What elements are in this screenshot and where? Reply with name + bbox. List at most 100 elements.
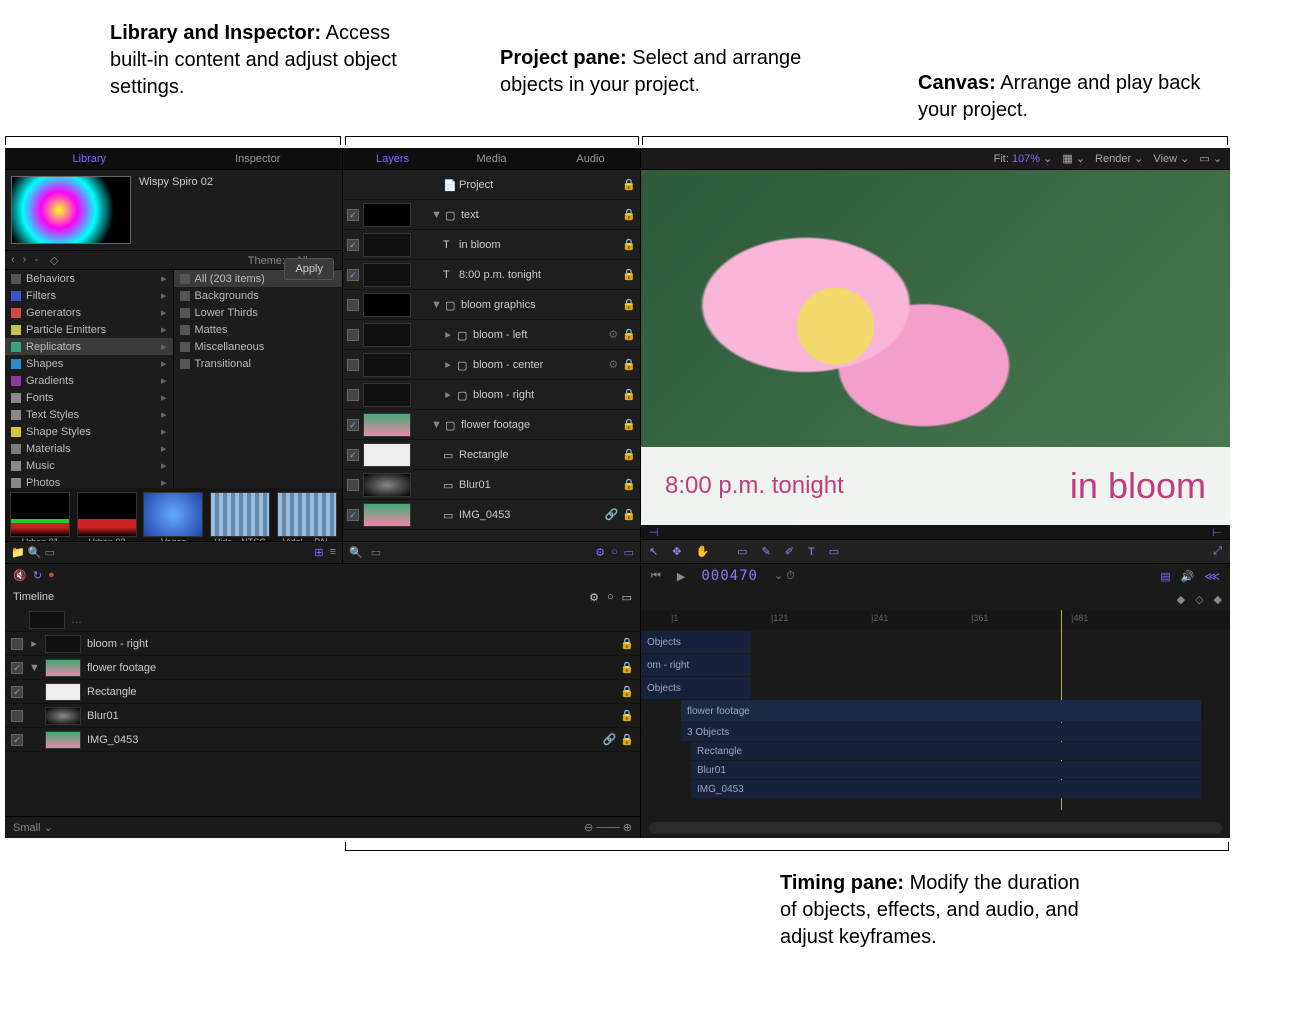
library-content-grid[interactable]: Urban 01Urban 02VegasVide…NTSCVidel… PAL… (5, 488, 342, 541)
color-channels-dropdown[interactable]: ▦ ⌄ (1062, 152, 1085, 165)
tl-filters-icon[interactable]: ○ (607, 591, 614, 604)
layer-name[interactable]: Project (459, 179, 618, 191)
grid-item[interactable]: Vegas (142, 492, 205, 541)
subcategory-item[interactable]: Transitional (174, 355, 343, 372)
zoom-out-icon[interactable]: ⊖ (584, 822, 593, 834)
layer-name[interactable]: bloom - right (473, 389, 618, 401)
disclosure-triangle[interactable]: ▼ (431, 419, 441, 431)
canvas-tool-8[interactable]: ▭ (829, 545, 839, 558)
lock-icon[interactable]: 🔒 (622, 238, 636, 251)
timeline-size-dropdown[interactable]: Small ⌄ (13, 821, 53, 834)
timeline-row[interactable]: ▸bloom - right🔒 (5, 632, 640, 656)
category-materials[interactable]: Materials▸ (5, 440, 173, 457)
visibility-checkbox[interactable] (347, 299, 359, 311)
visibility-checkbox[interactable] (347, 389, 359, 401)
gear-icon[interactable]: ⚙ (608, 328, 618, 341)
lock-icon[interactable]: 🔒 (620, 637, 634, 650)
lock-icon[interactable]: 🔒 (622, 388, 636, 401)
visibility-checkbox[interactable] (347, 509, 359, 521)
fullscreen-icon[interactable]: ⤢ (1213, 545, 1222, 558)
audio-timeline-button[interactable]: 🔊 (1181, 570, 1195, 583)
timeline-row[interactable]: Rectangle🔒 (5, 680, 640, 704)
layer-row[interactable]: ▼▢text🔒 (343, 200, 640, 230)
timeline-track[interactable]: 3 Objects (681, 723, 1201, 741)
layer-row[interactable]: 📄Project🔒 (343, 170, 640, 200)
disclosure-triangle[interactable]: ▸ (443, 388, 453, 401)
category-gradients[interactable]: Gradients▸ (5, 372, 173, 389)
lock-icon[interactable]: 🔒 (622, 268, 636, 281)
tab-media[interactable]: Media (442, 148, 541, 169)
category-photos[interactable]: Photos▸ (5, 474, 173, 488)
mask-icon[interactable]: ▭ (624, 546, 634, 559)
layer-row[interactable]: ▭Rectangle🔒 (343, 440, 640, 470)
timecode-mode-icon[interactable]: ⌄ ⏱ (774, 569, 795, 583)
lock-icon[interactable]: 🔒 (622, 448, 636, 461)
mute-button[interactable]: 🔇 (13, 569, 27, 582)
link-icon[interactable]: 🔗 (605, 508, 619, 521)
lock-icon[interactable]: 🔒 (622, 328, 636, 341)
timeline-track[interactable]: flower footage (681, 700, 1201, 722)
lock-icon[interactable]: 🔒 (620, 733, 634, 746)
category-filters[interactable]: Filters▸ (5, 287, 173, 304)
play-button[interactable]: ▶ (677, 570, 685, 583)
tab-layers[interactable]: Layers (343, 148, 442, 169)
layer-row[interactable]: ▼▢bloom graphics🔒 (343, 290, 640, 320)
visibility-checkbox[interactable] (11, 686, 23, 698)
canvas-tool-4[interactable]: ▭ (737, 545, 747, 558)
category-generators[interactable]: Generators▸ (5, 304, 173, 321)
timeline-row[interactable]: Blur01🔒 (5, 704, 640, 728)
category-particle-emitters[interactable]: Particle Emitters▸ (5, 321, 173, 338)
visibility-checkbox[interactable] (347, 359, 359, 371)
library-category-list[interactable]: Behaviors▸Filters▸Generators▸Particle Em… (5, 270, 174, 488)
visibility-checkbox[interactable] (11, 734, 23, 746)
disclosure-triangle[interactable]: ▼ (431, 299, 441, 311)
subcategory-item[interactable]: Mattes (174, 321, 343, 338)
filters-icon[interactable]: ○ (611, 546, 618, 559)
timeline-scrollbar[interactable] (649, 822, 1222, 834)
nav-back-button[interactable]: ‹ (11, 254, 15, 266)
timeline-track[interactable]: Objects (641, 631, 751, 653)
layer-row[interactable]: T8:00 p.m. tonight🔒 (343, 260, 640, 290)
lock-icon[interactable]: 🔒 (620, 661, 634, 674)
layer-name[interactable]: Blur01 (459, 479, 618, 491)
nav-path[interactable]: - (34, 254, 38, 266)
render-dropdown[interactable]: Render ⌄ (1095, 152, 1143, 165)
frame-icon[interactable]: ▭ (371, 546, 381, 559)
lock-icon[interactable]: 🔒 (622, 478, 636, 491)
record-button[interactable]: ● (48, 569, 55, 581)
layer-name[interactable]: bloom - center (473, 359, 604, 371)
nav-forward-button[interactable]: › (23, 254, 27, 266)
layer-row[interactable]: Tin bloom🔒 (343, 230, 640, 260)
grid-item[interactable]: Vide…NTSC (209, 492, 272, 541)
tl-mask-icon[interactable]: ▭ (622, 591, 632, 604)
lock-icon[interactable]: 🔒 (622, 508, 636, 521)
list-view-icon[interactable]: ≡ (330, 546, 336, 559)
grid-view-icon[interactable]: ⊞ (314, 546, 323, 559)
disclosure-triangle[interactable]: ▼ (431, 209, 441, 221)
canvas-tool-6[interactable]: ✐ (785, 545, 794, 558)
canvas-tool-1[interactable]: ✥ (672, 545, 681, 558)
timeline-ruler[interactable]: |1|121|241|361|481 (641, 610, 1230, 630)
category-replicators[interactable]: Replicators▸ (5, 338, 173, 355)
timeline-track[interactable]: Blur01 (691, 761, 1201, 779)
lock-icon[interactable]: 🔒 (620, 685, 634, 698)
timeline-row[interactable]: ▼flower footage🔒 (5, 656, 640, 680)
go-to-start-button[interactable]: ⏮ (651, 570, 661, 583)
link-icon[interactable]: 🔗 (603, 733, 617, 746)
grid-item[interactable]: Urban 02 (76, 492, 139, 541)
layer-name[interactable]: text (461, 209, 618, 221)
layer-name[interactable]: 8:00 p.m. tonight (459, 269, 618, 281)
visibility-checkbox[interactable] (347, 269, 359, 281)
lock-icon[interactable]: 🔒 (622, 298, 636, 311)
visibility-checkbox[interactable] (347, 239, 359, 251)
canvas-tool-2[interactable]: ✋ (695, 545, 709, 558)
layer-row[interactable]: ▼▢flower footage🔒 (343, 410, 640, 440)
behaviors-icon[interactable]: ⚙ (595, 546, 605, 559)
layer-row[interactable]: ▭Blur01🔒 (343, 470, 640, 500)
apply-button[interactable]: Apply (284, 258, 334, 280)
layer-name[interactable]: bloom graphics (461, 299, 618, 311)
timeline-track[interactable]: IMG_0453 (691, 780, 1201, 798)
category-music[interactable]: Music▸ (5, 457, 173, 474)
category-behaviors[interactable]: Behaviors▸ (5, 270, 173, 287)
subcategory-item[interactable]: Backgrounds (174, 287, 343, 304)
